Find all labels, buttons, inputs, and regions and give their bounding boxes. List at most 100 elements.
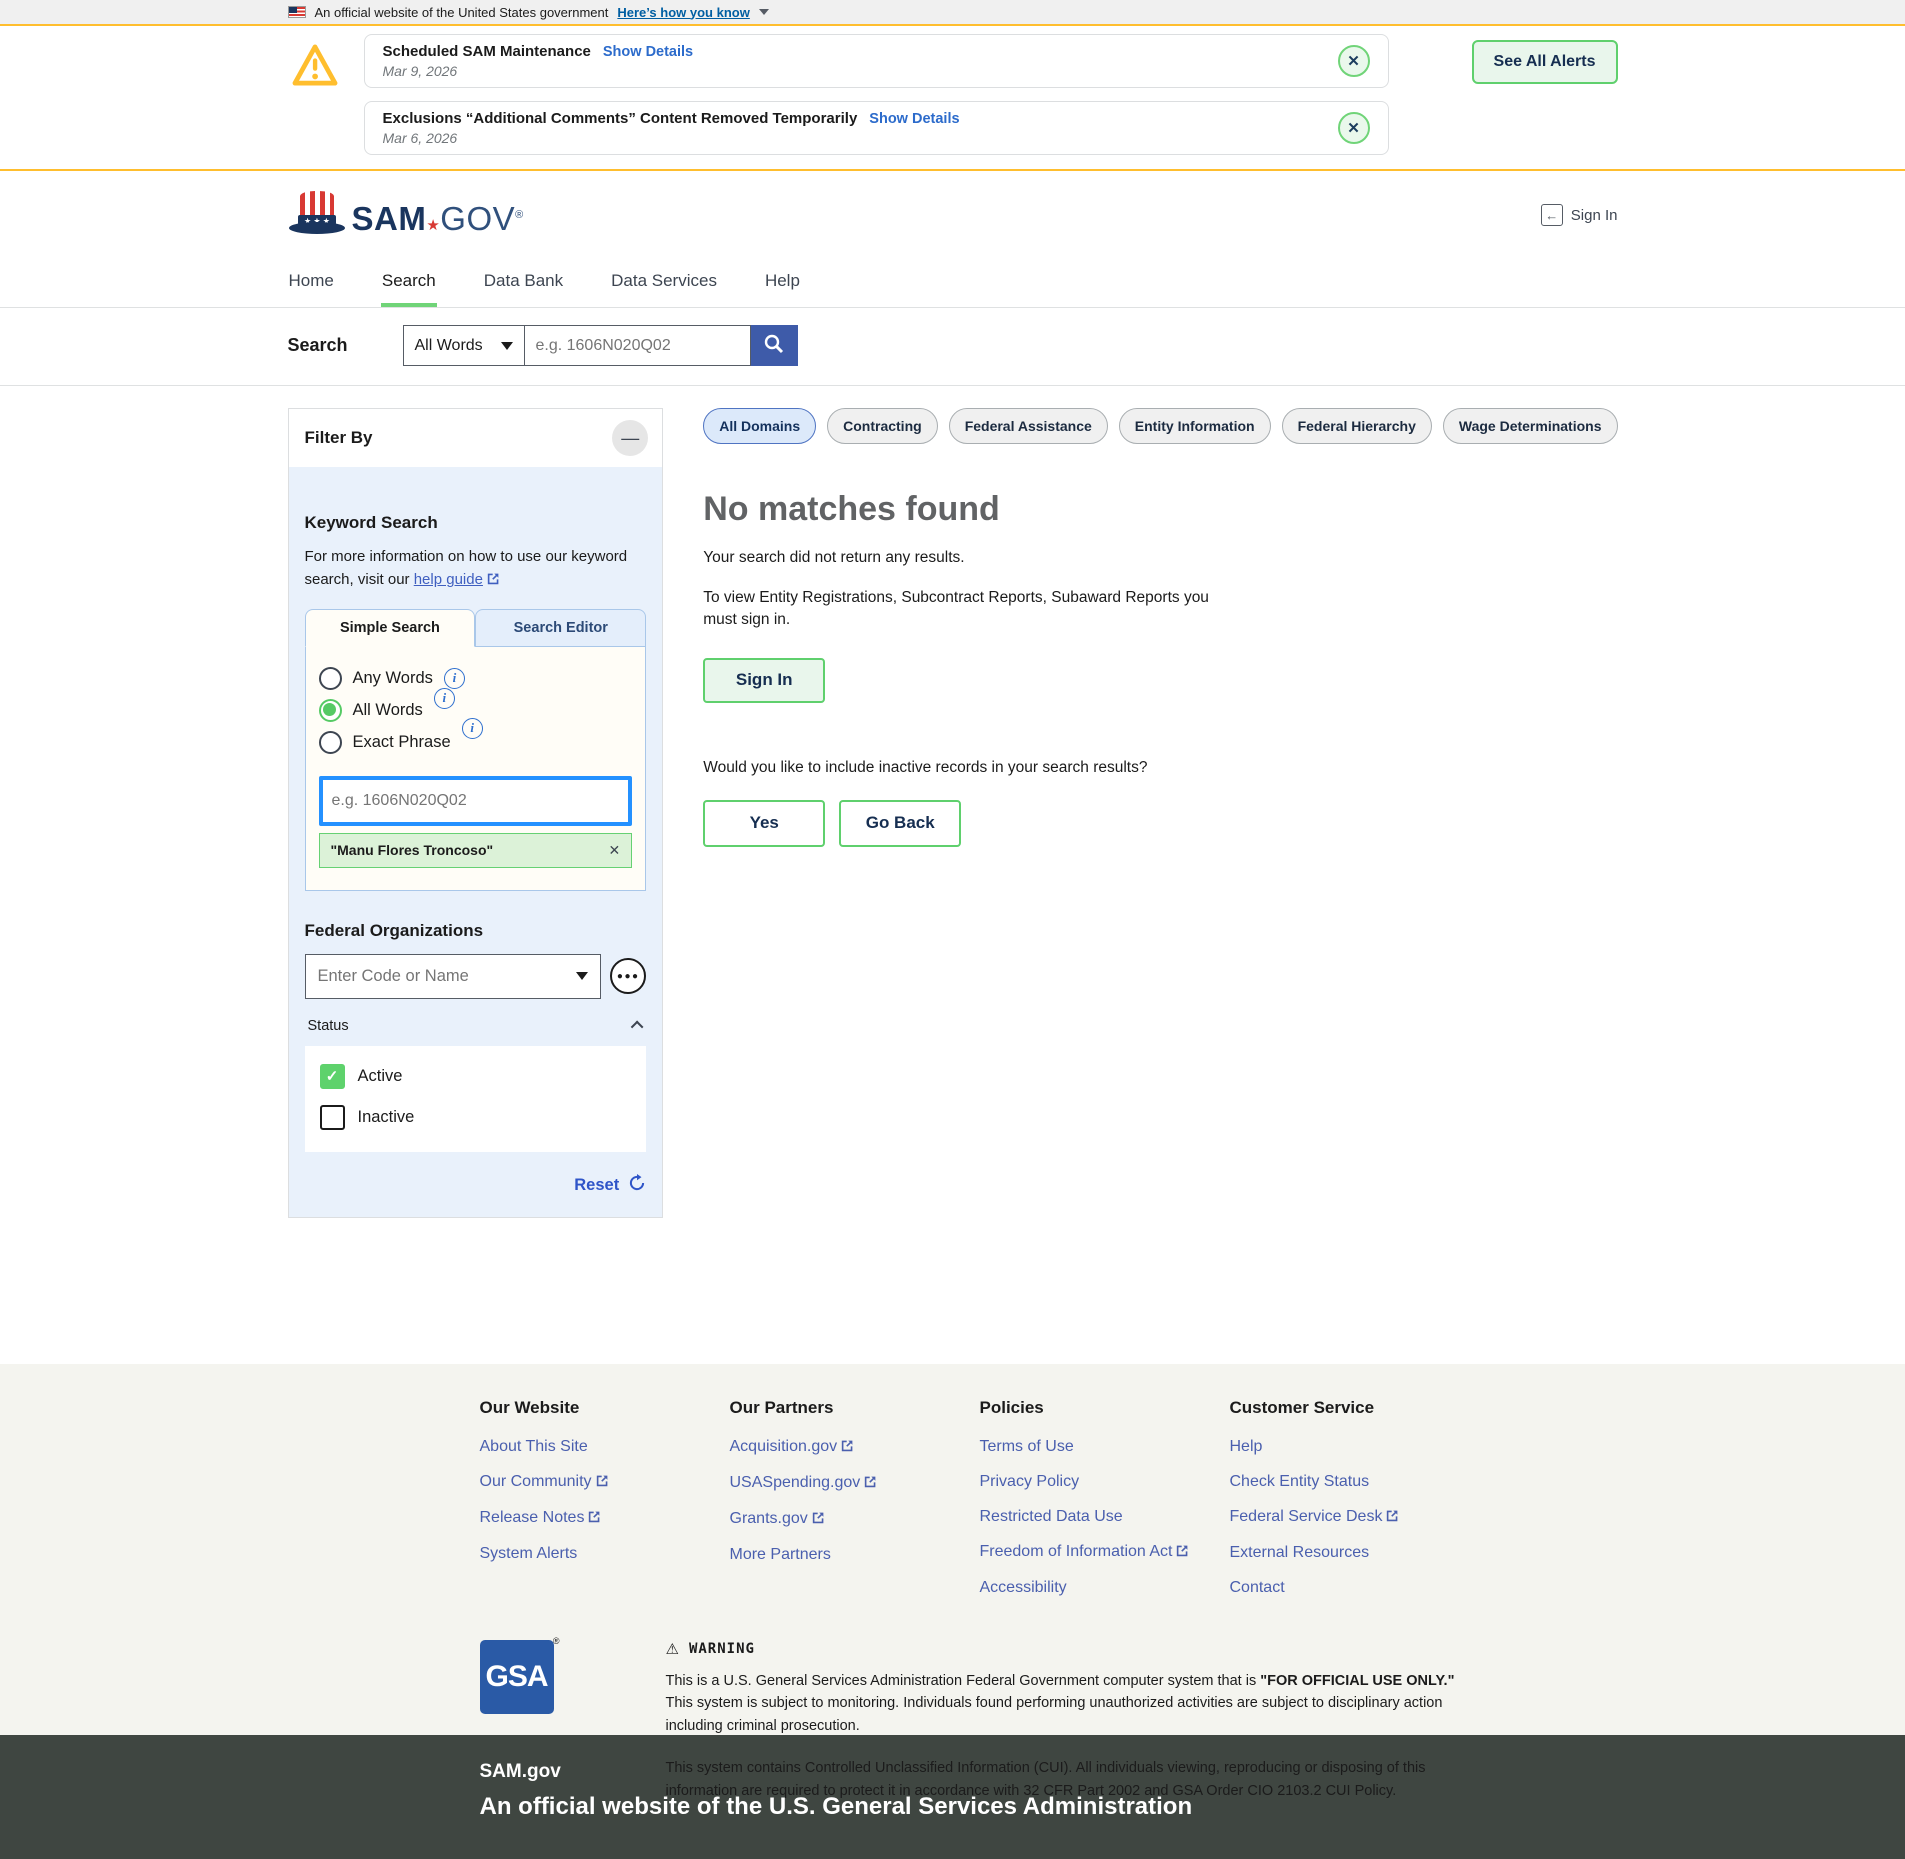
external-link-icon <box>1176 1544 1189 1562</box>
nav-item-data-bank[interactable]: Data Bank <box>483 259 564 307</box>
filter-panel: Filter By — Keyword Search For more info… <box>288 408 664 1218</box>
filter-by-title: Filter By <box>305 428 373 448</box>
radio-exact-phrase[interactable] <box>319 731 342 754</box>
footer: Our Website About This Site Our Communit… <box>0 1364 1905 1735</box>
status-option-active[interactable]: ✓ Active <box>320 1064 632 1089</box>
footer-link[interactable]: USASpending.gov <box>730 1474 980 1493</box>
domain-pill-contracting[interactable]: Contracting <box>827 408 938 444</box>
nav-item-help[interactable]: Help <box>764 259 801 307</box>
external-link-icon <box>588 1510 601 1528</box>
close-icon[interactable]: ✕ <box>1338 45 1370 77</box>
footer-link[interactable]: Terms of Use <box>980 1438 1230 1456</box>
status-label: Status <box>308 1018 349 1034</box>
footer-link[interactable]: Freedom of Information Act <box>980 1543 1230 1562</box>
footer-link[interactable]: Contact <box>1230 1579 1480 1597</box>
checkbox-checked-icon: ✓ <box>320 1064 345 1089</box>
reset-icon <box>628 1174 646 1197</box>
main-nav: Home Search Data Bank Data Services Help <box>0 259 1905 308</box>
federal-org-select[interactable]: Enter Code or Name <box>305 954 602 999</box>
keyword-chip: "Manu Flores Troncoso" ✕ <box>319 833 633 868</box>
nav-item-data-services[interactable]: Data Services <box>610 259 718 307</box>
simple-search-panel: Any Words i All Words i Exact Phrase i "… <box>305 647 647 891</box>
gov-banner: An official website of the United States… <box>0 0 1905 26</box>
info-icon[interactable]: i <box>444 668 465 689</box>
keyword-input[interactable] <box>319 776 633 826</box>
tab-search-editor[interactable]: Search Editor <box>475 609 646 647</box>
inactive-records-question: Would you like to include inactive recor… <box>703 759 1617 777</box>
how-you-know-link[interactable]: Here’s how you know <box>617 5 749 20</box>
search-strip-label: Search <box>288 335 403 356</box>
org-select-placeholder: Enter Code or Name <box>318 967 469 986</box>
footer-link[interactable]: About This Site <box>480 1438 730 1456</box>
external-link-icon <box>1386 1509 1399 1527</box>
reset-filters-button[interactable]: Reset <box>305 1174 647 1197</box>
yes-button[interactable]: Yes <box>703 800 825 847</box>
footer-link[interactable]: Restricted Data Use <box>980 1508 1230 1526</box>
help-guide-link[interactable]: help guide <box>414 571 483 588</box>
footer-link[interactable]: Accessibility <box>980 1579 1230 1597</box>
more-options-icon[interactable]: ●●● <box>610 958 646 994</box>
sign-in-button[interactable]: Sign In <box>703 658 825 703</box>
info-icon[interactable]: i <box>462 718 483 739</box>
domain-pills: All Domains Contracting Federal Assistan… <box>703 408 1617 444</box>
footer-link[interactable]: More Partners <box>730 1546 980 1564</box>
domain-pill-all-domains[interactable]: All Domains <box>703 408 816 444</box>
domain-pill-federal-hierarchy[interactable]: Federal Hierarchy <box>1282 408 1432 444</box>
sam-gov-logo[interactable]: ★ ★ ★ SAM★GOV® <box>288 190 524 241</box>
nav-item-home[interactable]: Home <box>288 259 335 307</box>
close-icon[interactable]: ✕ <box>1338 112 1370 144</box>
chip-close-icon[interactable]: ✕ <box>608 842 620 859</box>
alert-stack: Scheduled SAM Maintenance Show Details M… <box>364 34 1389 155</box>
gsa-logo: GSA ® <box>480 1640 558 1822</box>
status-option-inactive[interactable]: Inactive <box>320 1105 632 1130</box>
status-options: ✓ Active Inactive <box>305 1046 647 1152</box>
domain-pill-entity-information[interactable]: Entity Information <box>1119 408 1271 444</box>
radio-all-words[interactable] <box>319 699 342 722</box>
status-section-toggle[interactable]: Status <box>305 1014 647 1038</box>
tab-simple-search[interactable]: Simple Search <box>305 609 476 647</box>
alert-title: Exclusions “Additional Comments” Content… <box>383 110 858 127</box>
alerts-region: Scheduled SAM Maintenance Show Details M… <box>0 26 1905 171</box>
alert-card: Scheduled SAM Maintenance Show Details M… <box>364 34 1389 88</box>
footer-link[interactable]: External Resources <box>1230 1544 1480 1562</box>
footer-link[interactable]: Our Community <box>480 1473 730 1492</box>
search-button[interactable] <box>751 325 798 366</box>
external-link-icon <box>812 1511 825 1529</box>
footer-column-our-partners: Our Partners Acquisition.gov USASpending… <box>730 1398 980 1614</box>
footer-link[interactable]: System Alerts <box>480 1545 730 1563</box>
warning-title: WARNING <box>689 1641 755 1657</box>
chip-label: "Manu Flores Troncoso" <box>331 842 494 858</box>
domain-pill-federal-assistance[interactable]: Federal Assistance <box>949 408 1108 444</box>
search-input[interactable] <box>525 325 751 366</box>
domain-pill-wage-determinations[interactable]: Wage Determinations <box>1443 408 1618 444</box>
sign-in-label: Sign In <box>1571 207 1618 224</box>
show-details-link[interactable]: Show Details <box>603 44 693 60</box>
uncle-sam-hat-icon: ★ ★ ★ <box>288 190 346 241</box>
footer-link[interactable]: Acquisition.gov <box>730 1438 980 1457</box>
info-icon[interactable]: i <box>434 688 455 709</box>
no-matches-heading: No matches found <box>703 490 1617 529</box>
footer-link[interactable]: Privacy Policy <box>980 1473 1230 1491</box>
footer-link[interactable]: Grants.gov <box>730 1510 980 1529</box>
main-content: Filter By — Keyword Search For more info… <box>288 386 1618 1364</box>
radio-label: Any Words <box>353 669 433 688</box>
go-back-button[interactable]: Go Back <box>839 800 961 847</box>
footer-link[interactable]: Release Notes <box>480 1509 730 1528</box>
footer-link[interactable]: Help <box>1230 1438 1480 1456</box>
nav-item-search[interactable]: Search <box>381 259 437 307</box>
warning-triangle-icon <box>292 44 338 91</box>
radio-label: Exact Phrase <box>353 733 451 752</box>
show-details-link[interactable]: Show Details <box>869 111 959 127</box>
footer-link[interactable]: Federal Service Desk <box>1230 1508 1480 1527</box>
sign-in-header[interactable]: ← Sign In <box>1541 204 1618 226</box>
footer-link[interactable]: Check Entity Status <box>1230 1473 1480 1491</box>
chevron-down-icon[interactable] <box>759 9 769 15</box>
collapse-filters-button[interactable]: — <box>612 420 648 456</box>
alert-card: Exclusions “Additional Comments” Content… <box>364 101 1389 155</box>
site-header: ★ ★ ★ SAM★GOV® ← Sign In <box>0 171 1905 259</box>
search-mode-select[interactable]: All Words <box>403 325 525 366</box>
federal-organizations-heading: Federal Organizations <box>305 921 647 941</box>
radio-any-words[interactable] <box>319 667 342 690</box>
see-all-alerts-button[interactable]: See All Alerts <box>1472 40 1618 84</box>
search-strip: Search All Words <box>0 308 1905 386</box>
